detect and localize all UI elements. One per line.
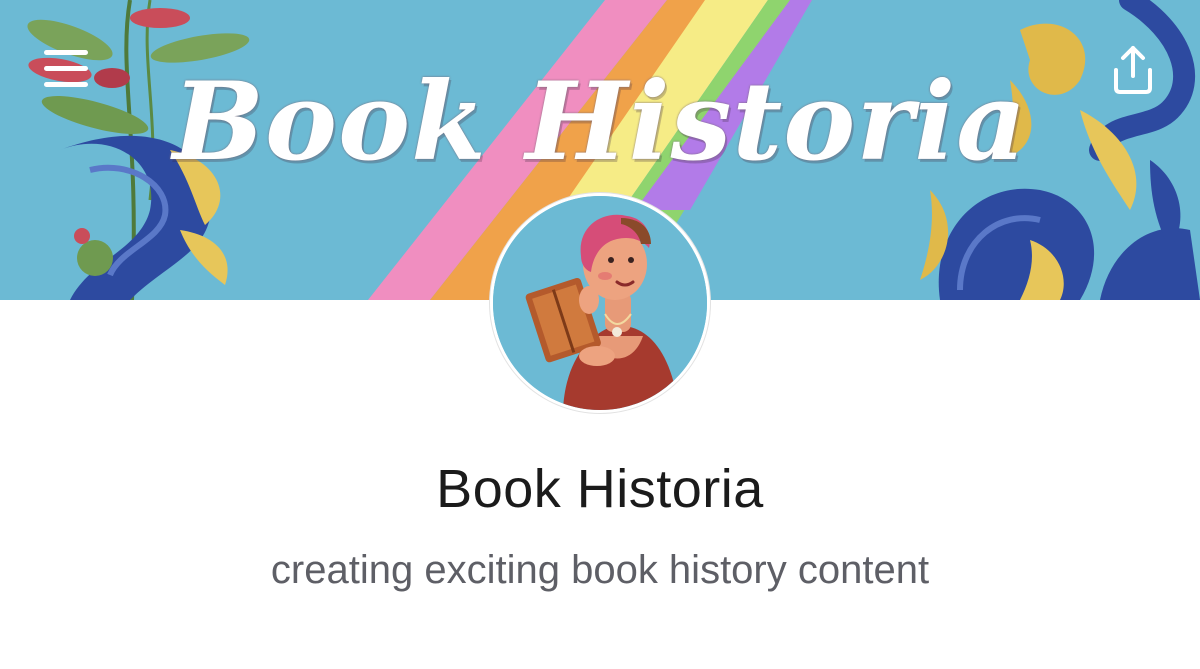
profile-avatar <box>490 193 710 413</box>
share-upload-icon <box>1114 46 1152 94</box>
share-button[interactable] <box>1106 42 1160 96</box>
banner-title: Book Historia <box>172 59 1028 185</box>
menu-button[interactable] <box>40 48 92 90</box>
profile-tagline: creating exciting book history content <box>270 548 930 592</box>
profile-name: Book Historia <box>436 459 764 519</box>
illustrated-reader-avatar <box>493 196 707 410</box>
